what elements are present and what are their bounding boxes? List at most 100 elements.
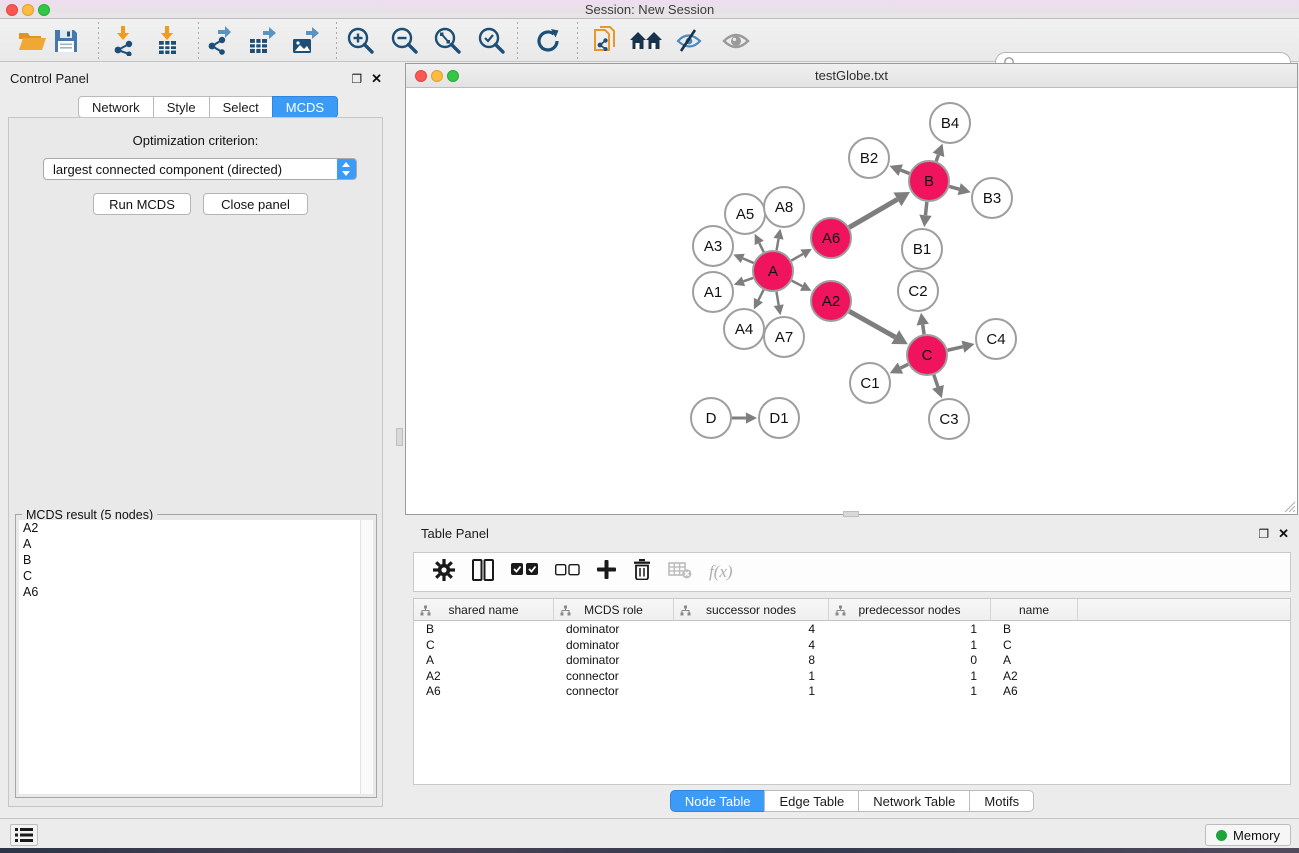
- edge-C-C4[interactable]: [947, 347, 962, 351]
- tab-style[interactable]: Style: [153, 96, 209, 118]
- mcds-result-list[interactable]: A2ABCA6: [19, 520, 373, 794]
- edge-A2-C[interactable]: [849, 311, 895, 337]
- edge-B-B4[interactable]: [936, 155, 938, 161]
- open-session-icon[interactable]: [14, 23, 50, 59]
- network-node-C[interactable]: C: [907, 335, 947, 375]
- close-panel-button[interactable]: Close panel: [203, 193, 308, 215]
- edge-A-A4[interactable]: [758, 290, 763, 300]
- column-header-name[interactable]: name: [991, 599, 1078, 621]
- network-node-C4[interactable]: C4: [976, 319, 1016, 359]
- result-item[interactable]: A: [19, 536, 373, 552]
- network-node-C1[interactable]: C1: [850, 363, 890, 403]
- edge-B-B3[interactable]: [949, 186, 959, 189]
- resize-grip-icon[interactable]: [1282, 499, 1296, 513]
- edge-B-B2[interactable]: [901, 170, 910, 173]
- edge-C-C3[interactable]: [934, 375, 938, 387]
- table-row[interactable]: Cdominator41C: [414, 637, 1290, 653]
- refresh-view-icon[interactable]: [530, 23, 566, 59]
- network-canvas[interactable]: A A1 A2 A3 A4 A5 A6 A7 A8 B B1 B2 B3B4 C C1 C2 C3C4 D D1: [406, 89, 1297, 514]
- tab-edge-table[interactable]: Edge Table: [764, 790, 858, 812]
- tab-motifs[interactable]: Motifs: [969, 790, 1034, 812]
- criterion-dropdown[interactable]: largest connected component (directed): [43, 158, 357, 180]
- network-node-A4[interactable]: A4: [724, 309, 764, 349]
- network-node-B[interactable]: B: [909, 161, 949, 201]
- edge-B-B1[interactable]: [925, 202, 926, 215]
- select-all-columns-icon[interactable]: [511, 563, 538, 581]
- table-row[interactable]: Bdominator41B: [414, 621, 1290, 637]
- edge-A-A7[interactable]: [776, 292, 778, 305]
- tab-node-table[interactable]: Node Table: [670, 790, 765, 812]
- network-node-A2[interactable]: A2: [811, 281, 851, 321]
- result-item[interactable]: A2: [19, 520, 373, 536]
- export-image-icon[interactable]: [287, 23, 323, 59]
- result-item[interactable]: A6: [19, 584, 373, 600]
- network-node-A6[interactable]: A6: [811, 218, 851, 258]
- preview-eye-icon[interactable]: [718, 23, 754, 59]
- edge-A-A2[interactable]: [792, 281, 803, 287]
- result-list-scrollbar[interactable]: [360, 520, 373, 794]
- tab-network-table[interactable]: Network Table: [858, 790, 969, 812]
- column-header-successor-nodes[interactable]: successor nodes: [674, 599, 829, 621]
- table-row[interactable]: A2connector11A2: [414, 668, 1290, 684]
- zoom-in-icon[interactable]: [343, 23, 379, 59]
- network-node-B4[interactable]: B4: [930, 103, 970, 143]
- add-column-icon[interactable]: [597, 560, 616, 584]
- network-node-A5[interactable]: A5: [725, 194, 765, 234]
- network-node-C3[interactable]: C3: [929, 399, 969, 439]
- network-node-A1[interactable]: A1: [693, 272, 733, 312]
- tab-network[interactable]: Network: [78, 96, 153, 118]
- network-node-A3[interactable]: A3: [693, 226, 733, 266]
- run-mcds-button[interactable]: Run MCDS: [93, 193, 191, 215]
- memory-button[interactable]: Memory: [1205, 824, 1291, 846]
- clone-network-icon[interactable]: [587, 23, 623, 59]
- home-icon[interactable]: [628, 23, 664, 59]
- float-table-panel-icon[interactable]: ❐: [1258, 527, 1269, 541]
- edge-A-A1[interactable]: [743, 278, 753, 281]
- tab-mcds[interactable]: MCDS: [272, 96, 338, 118]
- tab-select[interactable]: Select: [209, 96, 272, 118]
- save-session-icon[interactable]: [48, 23, 84, 59]
- edge-A-A8[interactable]: [777, 239, 779, 251]
- close-table-panel-icon[interactable]: ✕: [1278, 526, 1289, 542]
- network-node-B1[interactable]: B1: [902, 229, 942, 269]
- edge-A6-B[interactable]: [849, 199, 897, 227]
- network-node-A8[interactable]: A8: [764, 187, 804, 227]
- table-row[interactable]: Adominator80A: [414, 652, 1290, 668]
- network-node-A7[interactable]: A7: [764, 317, 804, 357]
- export-table-icon[interactable]: [244, 23, 280, 59]
- edge-A-A6[interactable]: [791, 254, 803, 261]
- zoom-selected-icon[interactable]: [474, 23, 510, 59]
- network-node-B3[interactable]: B3: [972, 178, 1012, 218]
- delete-column-icon[interactable]: [633, 559, 651, 585]
- edge-A-A3[interactable]: [743, 258, 754, 263]
- network-node-A[interactable]: A: [753, 251, 793, 291]
- hide-details-icon[interactable]: [671, 23, 707, 59]
- horizontal-splitter-handle[interactable]: [843, 511, 859, 517]
- zoom-fit-icon[interactable]: [430, 23, 466, 59]
- toggle-panels-icon[interactable]: [472, 559, 494, 586]
- vertical-splitter-handle[interactable]: [396, 428, 403, 446]
- float-panel-icon[interactable]: ❐: [351, 72, 362, 86]
- deselect-all-columns-icon[interactable]: [555, 563, 580, 581]
- table-row[interactable]: A6connector11A6: [414, 683, 1290, 699]
- network-node-B2[interactable]: B2: [849, 138, 889, 178]
- network-window-titlebar[interactable]: testGlobe.txt: [406, 64, 1297, 88]
- settings-gear-icon[interactable]: [433, 559, 455, 586]
- result-item[interactable]: B: [19, 552, 373, 568]
- edge-C-C2[interactable]: [923, 325, 924, 335]
- column-header-predecessor-nodes[interactable]: predecessor nodes: [829, 599, 991, 621]
- network-node-D[interactable]: D: [691, 398, 731, 438]
- result-item[interactable]: C: [19, 568, 373, 584]
- export-network-icon[interactable]: [202, 23, 238, 59]
- node-table[interactable]: shared nameMCDS rolesuccessor nodesprede…: [413, 598, 1291, 785]
- network-node-D1[interactable]: D1: [759, 398, 799, 438]
- edge-A-A5[interactable]: [759, 243, 764, 252]
- import-network-icon[interactable]: [105, 23, 141, 59]
- column-header-shared-name[interactable]: shared name: [414, 599, 554, 621]
- network-node-C2[interactable]: C2: [898, 271, 938, 311]
- close-panel-icon[interactable]: ✕: [371, 71, 382, 87]
- edge-C-C1[interactable]: [900, 364, 908, 368]
- column-header-MCDS-role[interactable]: MCDS role: [554, 599, 674, 621]
- task-history-button[interactable]: [10, 824, 38, 846]
- import-table-icon[interactable]: [149, 23, 185, 59]
